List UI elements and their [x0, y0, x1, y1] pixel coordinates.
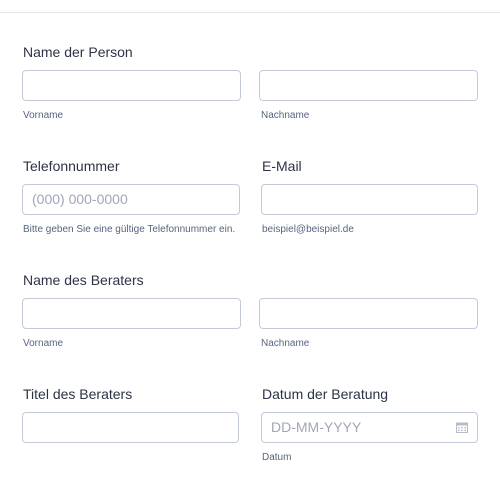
- advisor-title-input[interactable]: [22, 412, 239, 443]
- advisor-last-name-sublabel: Nachname: [261, 338, 310, 349]
- person-first-name-input[interactable]: [22, 70, 241, 101]
- top-divider: [0, 12, 500, 13]
- advisor-name-label: Name des Beraters: [23, 272, 144, 288]
- email-input[interactable]: [261, 184, 478, 215]
- date-sublabel: Datum: [262, 452, 292, 463]
- phone-input[interactable]: (000) 000-0000: [22, 184, 240, 215]
- date-placeholder: DD-MM-YYYY: [271, 419, 362, 435]
- advisor-first-name-sublabel: Vorname: [23, 338, 64, 349]
- person-last-name-input[interactable]: [259, 70, 478, 101]
- email-label: E-Mail: [262, 158, 302, 174]
- advisor-title-label: Titel des Beraters: [23, 386, 133, 402]
- phone-label: Telefonnummer: [23, 158, 120, 174]
- phone-sublabel: Bitte geben Sie eine gültige Telefonnumm…: [23, 224, 236, 235]
- person-first-name-sublabel: Vorname: [23, 110, 64, 121]
- email-sublabel: beispiel@beispiel.de: [262, 224, 354, 235]
- person-last-name-sublabel: Nachname: [261, 110, 310, 121]
- consultation-date-label: Datum der Beratung: [262, 386, 389, 402]
- person-name-label: Name der Person: [23, 44, 133, 60]
- calendar-icon[interactable]: [456, 422, 468, 433]
- advisor-last-name-input[interactable]: [259, 298, 478, 329]
- advisor-first-name-input[interactable]: [22, 298, 241, 329]
- consultation-date-input[interactable]: DD-MM-YYYY: [261, 412, 478, 443]
